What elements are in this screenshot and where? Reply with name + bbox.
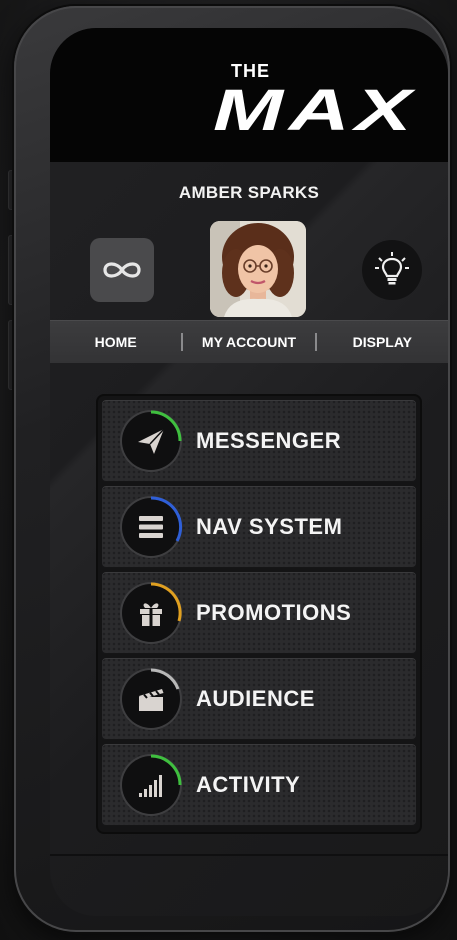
audience-icon-badge (122, 668, 180, 728)
progress-ring (150, 582, 182, 622)
messenger-icon-badge (122, 410, 182, 470)
profile-photo (210, 221, 306, 317)
phone-frame: THE MAX AMBER SPARKS HOME MY ACCOUNT DIS… (14, 6, 450, 932)
nav-home[interactable]: HOME (50, 334, 181, 350)
menu-item-messenger[interactable]: MESSENGER (102, 400, 416, 482)
menu-item-nav-system[interactable]: NAV SYSTEM (102, 486, 416, 568)
progress-ring (150, 410, 182, 442)
main-menu: MESSENGER NAV SYSTEM PROMOTIONS AUDIENCE… (98, 396, 420, 832)
progress-ring (150, 668, 180, 690)
menu-item-activity[interactable]: ACTIVITY (102, 744, 416, 826)
bottom-divider (50, 854, 448, 856)
lightbulb-icon (375, 252, 409, 285)
avatar[interactable] (210, 221, 306, 317)
app-header: THE MAX (50, 28, 448, 162)
infinity-icon (103, 262, 141, 278)
menu-label: ACTIVITY (196, 772, 301, 797)
profile-name: AMBER SPARKS (178, 183, 320, 202)
menu-label: PROMOTIONS (196, 600, 352, 625)
progress-ring (150, 496, 183, 542)
logo-max: MAX (213, 78, 418, 143)
menu-item-promotions[interactable]: PROMOTIONS (102, 572, 416, 654)
menu-item-audience[interactable]: AUDIENCE (102, 658, 416, 740)
nav-my-account[interactable]: MY ACCOUNT (183, 334, 314, 350)
promotions-icon-badge (122, 582, 182, 642)
nav-display[interactable]: DISPLAY (317, 334, 448, 350)
nav-system-icon-badge (122, 496, 183, 556)
infinity-button[interactable] (90, 238, 154, 302)
menu-label: NAV SYSTEM (196, 514, 343, 539)
menu-label: AUDIENCE (196, 686, 315, 711)
app-screen: THE MAX AMBER SPARKS HOME MY ACCOUNT DIS… (50, 28, 448, 916)
lightbulb-button[interactable] (362, 240, 422, 300)
progress-ring (150, 754, 182, 786)
activity-icon-badge (122, 754, 182, 814)
app-logo: THE MAX (129, 55, 411, 145)
top-navigation: HOME MY ACCOUNT DISPLAY (50, 320, 448, 363)
menu-label: MESSENGER (196, 428, 342, 453)
